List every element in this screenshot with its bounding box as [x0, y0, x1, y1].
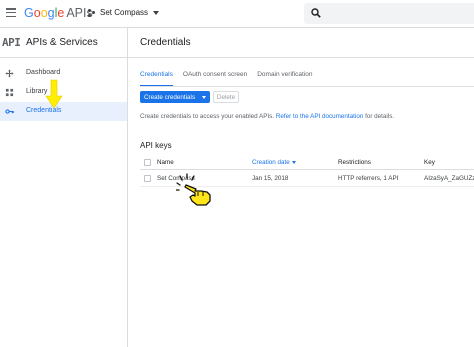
info-text: Create credentials to access your enable…	[140, 113, 394, 120]
project-selector[interactable]: Set Compass	[88, 8, 160, 17]
row-checkbox[interactable]	[144, 175, 151, 182]
library-icon	[5, 88, 14, 97]
menu-icon[interactable]	[6, 8, 16, 18]
api-documentation-link[interactable]: Refer to the API documentation	[276, 113, 364, 120]
search-icon	[311, 8, 321, 18]
delete-button[interactable]: Delete	[213, 91, 239, 103]
page-title: Credentials	[140, 37, 191, 48]
info-description: Create credentials to access your enable…	[140, 113, 275, 120]
column-header-label: Creation date	[252, 159, 290, 166]
project-icon	[88, 8, 96, 17]
table-header: Name Creation date Restrictions Key	[140, 155, 474, 170]
info-suffix: for details.	[365, 113, 395, 120]
pointing-hand-cursor-icon	[176, 173, 211, 206]
sidebar-title: APIs & Services	[26, 37, 98, 48]
sort-arrow-icon	[291, 160, 296, 164]
key-icon	[5, 109, 14, 114]
key-cell: AIzaSyA_ZaGUZz	[424, 175, 474, 182]
api-logo-icon: API	[2, 36, 21, 49]
tab-divider	[140, 86, 474, 87]
tab-oauth-consent-screen[interactable]: OAuth consent screen	[183, 71, 247, 87]
column-header-key[interactable]: Key	[424, 159, 435, 166]
column-header-name[interactable]: Name	[157, 159, 174, 166]
sidebar-header: API APIs & Services	[0, 28, 127, 58]
top-app-bar: Google APIs Set Compass	[0, 0, 474, 28]
select-all-checkbox[interactable]	[144, 159, 151, 166]
tab-domain-verification[interactable]: Domain verification	[257, 71, 312, 87]
column-header-restrictions[interactable]: Restrictions	[338, 159, 371, 166]
chevron-down-icon	[153, 10, 160, 15]
chevron-down-icon	[202, 95, 206, 99]
yellow-pointer-arrow-icon	[45, 79, 63, 109]
dashboard-icon	[5, 69, 14, 78]
page-header: Credentials	[128, 28, 474, 58]
tab-bar: Credentials OAuth consent screen Domain …	[140, 71, 323, 87]
create-credentials-button[interactable]: Create credentials	[140, 91, 210, 103]
project-name: Set Compass	[100, 8, 149, 17]
search-input[interactable]	[304, 3, 474, 24]
sidebar-item-label: Dashboard	[26, 69, 61, 76]
api-keys-heading: API keys	[140, 141, 172, 150]
creation-date-cell: Jan 15, 2018	[252, 175, 289, 182]
google-apis-logo[interactable]: Google APIs	[24, 6, 93, 20]
tab-credentials[interactable]: Credentials	[140, 71, 173, 87]
column-header-creation-date[interactable]: Creation date	[252, 159, 296, 166]
create-credentials-label: Create credentials	[144, 93, 196, 101]
restrictions-cell: HTTP referrers, 1 API	[338, 175, 399, 182]
